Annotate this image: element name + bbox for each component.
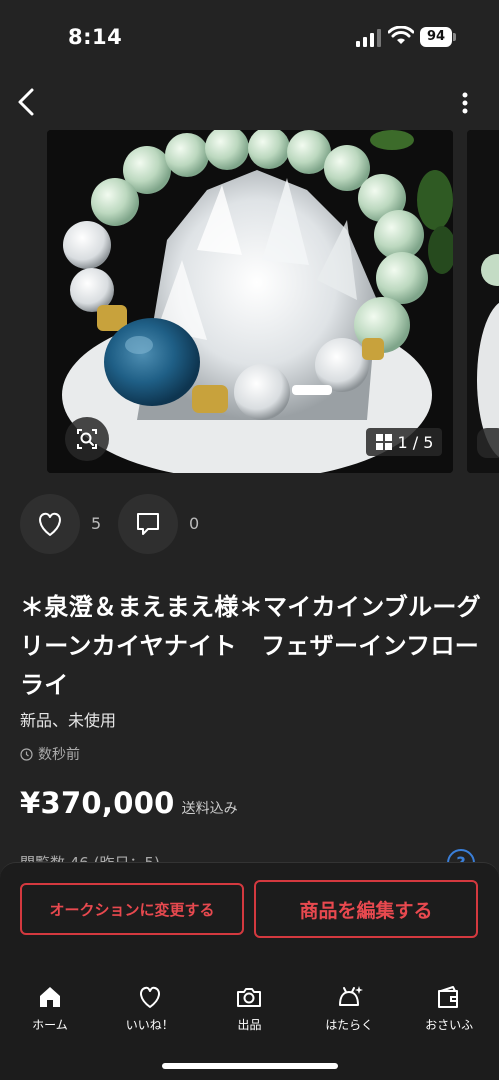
tab-label: ホーム — [32, 1018, 68, 1032]
tab-label: いいね！ — [125, 1018, 174, 1032]
like-button[interactable] — [20, 494, 80, 554]
comment-count: 0 — [189, 514, 200, 533]
page-count: 1 / 5 — [397, 432, 434, 452]
next-image-thumbnail — [467, 130, 499, 473]
item-condition: 新品、未使用 — [20, 711, 117, 730]
tab-home[interactable]: ホーム — [0, 975, 100, 1045]
tab-label: はたらく — [325, 1018, 374, 1032]
back-button[interactable] — [10, 84, 46, 120]
tab-work[interactable]: はたらく — [299, 975, 399, 1045]
like-count: 5 — [91, 514, 102, 533]
change-to-auction-button[interactable]: オークションに変更する — [20, 883, 244, 935]
status-bar: 8:14 94 — [0, 0, 499, 70]
comment-button[interactable] — [118, 494, 178, 554]
tab-label: 出品 — [237, 1018, 262, 1032]
battery-indicator: 94 — [420, 27, 456, 47]
tab-likes[interactable]: いいね！ — [100, 975, 200, 1045]
price: ¥370,000 — [20, 786, 175, 820]
home-indicator[interactable] — [162, 1063, 338, 1069]
battery-level: 94 — [420, 27, 452, 47]
tab-sell[interactable]: 出品 — [200, 975, 300, 1045]
product-image-carousel[interactable]: 1 / 5 — [47, 130, 453, 473]
heart-icon — [39, 512, 61, 536]
item-detail-screen: 8:14 94 1 / 5 5 0 ＊泉澄＆まえまえ様＊マイカインブルーグリーン… — [0, 0, 499, 1080]
tab-label: おさいふ — [425, 1018, 474, 1032]
bell-sparkle-icon — [339, 986, 364, 1006]
comment-icon — [137, 513, 159, 535]
image-search-button[interactable] — [65, 417, 109, 461]
wallet-icon — [438, 986, 459, 1008]
signal-icon — [356, 29, 381, 47]
status-time: 8:14 — [68, 25, 123, 49]
edit-item-button[interactable]: 商品を編集する — [254, 880, 478, 938]
page-indicator[interactable]: 1 / 5 — [366, 428, 442, 456]
home-icon — [39, 987, 60, 1007]
next-image-preview[interactable] — [467, 130, 499, 473]
posted-time-text: 数秒前 — [38, 747, 80, 763]
product-title: ＊泉澄＆まえまえ様＊マイカインブルーグリーンカイヤナイト フェザーインフローライ — [20, 593, 481, 699]
more-options-icon[interactable] — [450, 88, 480, 118]
posted-time: 数秒前 — [20, 744, 80, 764]
grid-icon — [375, 434, 392, 450]
tab-bar: ホーム いいね！ 出品 はたらく おさいふ — [0, 975, 499, 1045]
clock-icon — [20, 747, 33, 761]
shipping-label: 送料込み — [181, 801, 238, 817]
camera-icon — [237, 988, 262, 1007]
tab-wallet[interactable]: おさいふ — [399, 975, 499, 1045]
heart-icon — [139, 986, 160, 1008]
wifi-icon — [388, 26, 414, 44]
battery-tip — [453, 33, 456, 41]
price-row: ¥370,000 送料込み — [20, 786, 238, 820]
lens-icon — [77, 429, 97, 449]
